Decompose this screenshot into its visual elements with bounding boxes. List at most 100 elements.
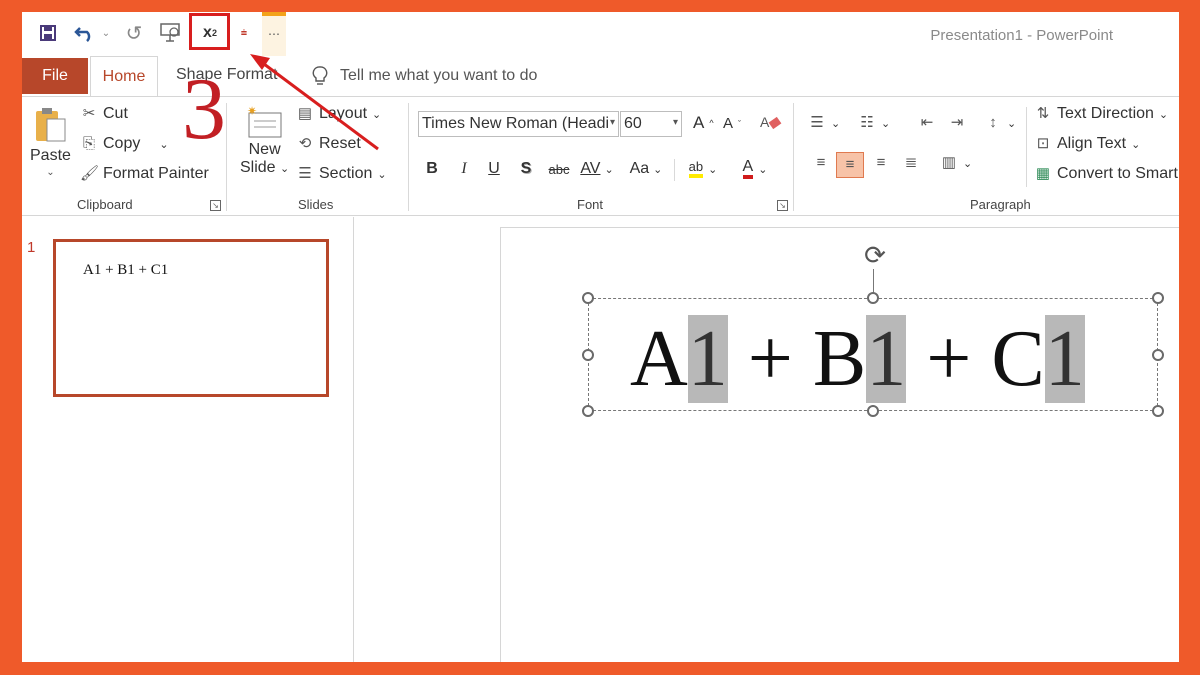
section-button[interactable]: ☰ Section ⌄ — [296, 165, 386, 183]
group-label-clipboard: Clipboard — [77, 197, 133, 212]
font-color-button[interactable]: A ⌄ — [734, 157, 776, 181]
slide-canvas[interactable] — [500, 227, 1179, 662]
highlight-label: ab — [688, 160, 704, 178]
highlight-box — [189, 13, 230, 50]
bullets-button[interactable]: ☰ ⌄ — [808, 115, 840, 131]
chevron-down-icon: ▾ — [609, 117, 615, 128]
group-label-font: Font — [577, 197, 604, 212]
font-name-value: Times New Roman (Headi — [422, 115, 610, 132]
equation-segment: A — [630, 315, 688, 403]
justify-button[interactable]: ≣ — [902, 155, 920, 171]
decrease-font-button[interactable]: Aˇ — [723, 115, 741, 132]
resize-handle[interactable] — [582, 349, 594, 361]
rotate-handle-icon[interactable]: ⟳ — [860, 240, 890, 270]
resize-handle[interactable] — [867, 292, 879, 304]
equation-segment: + C — [906, 315, 1045, 403]
new-slide-button[interactable]: ✷ New Slide ⌄ — [240, 105, 289, 177]
section-label: Section — [319, 165, 373, 182]
font-name-field[interactable]: Times New Roman (Headi ▾ — [418, 111, 619, 137]
rotate-connector — [873, 269, 874, 293]
resize-handle[interactable] — [582, 292, 594, 304]
equation-segment: + B — [727, 315, 867, 403]
highlight-color-button[interactable]: ab ⌄ — [682, 157, 724, 181]
change-case-button[interactable]: Aa ⌄ — [626, 157, 666, 181]
chevron-down-icon: ⌄ — [46, 167, 55, 178]
tell-me-box[interactable]: Tell me what you want to do — [312, 64, 537, 88]
redo-icon[interactable]: ↺ — [122, 20, 146, 46]
align-text-label: Align Text — [1057, 135, 1127, 152]
divider — [408, 103, 409, 211]
shadow-button[interactable]: S — [516, 157, 536, 181]
thumbnail-text: A1 + B1 + C1 — [83, 262, 169, 278]
tell-me-text: Tell me what you want to do — [340, 67, 538, 84]
chevron-down-icon: ⌄ — [1158, 108, 1169, 121]
reset-icon: ⟲ — [298, 135, 312, 152]
underline-button[interactable]: U — [484, 157, 504, 181]
text-direction-button[interactable]: ⇅ Text Direction ⌄ — [1034, 105, 1168, 123]
increase-indent-button[interactable]: ⇥ — [948, 115, 966, 131]
increase-font-button[interactable]: A ^ — [693, 113, 714, 133]
cut-button[interactable]: ✂ Cut — [80, 105, 128, 123]
character-spacing-button[interactable]: AV ⌄ — [578, 157, 616, 181]
bullets-icon: ☰ — [810, 114, 824, 131]
align-center-button[interactable]: ≡ — [836, 152, 864, 178]
svg-text:✷: ✷ — [247, 105, 257, 118]
equation-text[interactable]: A1 + B1 + C1 — [630, 309, 1085, 409]
step-number-annotation: 3 — [182, 61, 226, 158]
smartart-icon: ▦ — [1035, 165, 1051, 182]
align-left-button[interactable]: ≡ — [812, 155, 830, 171]
copy-button[interactable]: ⎘ Copy ⌄ — [80, 135, 169, 153]
align-right-button[interactable]: ≡ — [872, 155, 890, 171]
format-painter-button[interactable]: 🖌 Format Painter — [80, 165, 209, 183]
resize-handle[interactable] — [1152, 349, 1164, 361]
reset-button[interactable]: ⟲ Reset — [296, 135, 361, 153]
divider — [793, 103, 794, 211]
bold-button[interactable]: B — [422, 157, 442, 181]
layout-button[interactable]: ▤ Layout ⌄ — [296, 105, 381, 123]
paste-button[interactable]: Paste ⌄ — [30, 105, 71, 178]
tab-home[interactable]: Home — [90, 56, 158, 96]
undo-icon[interactable] — [72, 20, 98, 46]
line-spacing-button[interactable]: ↕ ⌄ — [984, 115, 1016, 131]
strikethrough-button[interactable]: abc — [544, 157, 574, 181]
italic-button[interactable]: I — [454, 157, 474, 181]
resize-handle[interactable] — [582, 405, 594, 417]
tab-file[interactable]: File — [22, 58, 88, 94]
decrease-indent-button[interactable]: ⇤ — [918, 115, 936, 131]
layout-label: Layout — [319, 105, 368, 122]
save-icon[interactable] — [36, 20, 60, 46]
customize-qat-icon[interactable]: ⩧ — [236, 20, 252, 46]
resize-handle[interactable] — [1152, 292, 1164, 304]
window-title: Presentation1 - PowerPoint — [930, 27, 1113, 44]
slide-thumbnail[interactable]: A1 + B1 + C1 — [53, 239, 329, 397]
cut-label: Cut — [103, 105, 128, 122]
undo-dropdown-icon[interactable]: ⌄ — [100, 20, 112, 46]
resize-handle[interactable] — [1152, 405, 1164, 417]
section-icon: ☰ — [298, 165, 312, 182]
svg-text:A: A — [760, 114, 770, 130]
text-direction-label: Text Direction — [1057, 105, 1154, 122]
align-right-icon: ≡ — [876, 154, 886, 171]
font-launcher-icon[interactable]: ↘ — [777, 200, 788, 211]
font-size-field[interactable]: 60 ▾ — [620, 111, 682, 137]
layout-icon: ▤ — [297, 105, 313, 122]
clear-formatting-button[interactable]: A — [760, 113, 782, 133]
align-text-button[interactable]: ⊡ Align Text ⌄ — [1034, 135, 1141, 153]
more-commands-button[interactable]: ⋯ — [262, 12, 286, 56]
group-label-slides: Slides — [298, 197, 334, 212]
numbering-icon: ☷ — [860, 114, 874, 131]
present-from-start-icon[interactable] — [158, 20, 184, 46]
numbering-button[interactable]: ☷ ⌄ — [858, 115, 890, 131]
columns-button[interactable]: ▥ ⌄ — [940, 155, 972, 171]
clipboard-launcher-icon[interactable]: ↘ — [210, 200, 221, 211]
slide-number: 1 — [27, 239, 36, 256]
increase-font-label: A — [693, 113, 705, 132]
lightbulb-icon — [312, 66, 328, 85]
copy-label: Copy — [103, 135, 141, 152]
character-spacing-label: AV — [580, 160, 601, 177]
convert-smartart-button[interactable]: ▦ Convert to Smart — [1034, 165, 1178, 183]
powerpoint-window: ⌄ ↺ x2 ⩧ ⋯ Presentation1 - PowerPoint Fi… — [22, 12, 1179, 662]
scissors-icon: ✂ — [82, 105, 96, 122]
align-left-icon: ≡ — [816, 154, 826, 171]
new-slide-label-1: New — [248, 141, 281, 158]
